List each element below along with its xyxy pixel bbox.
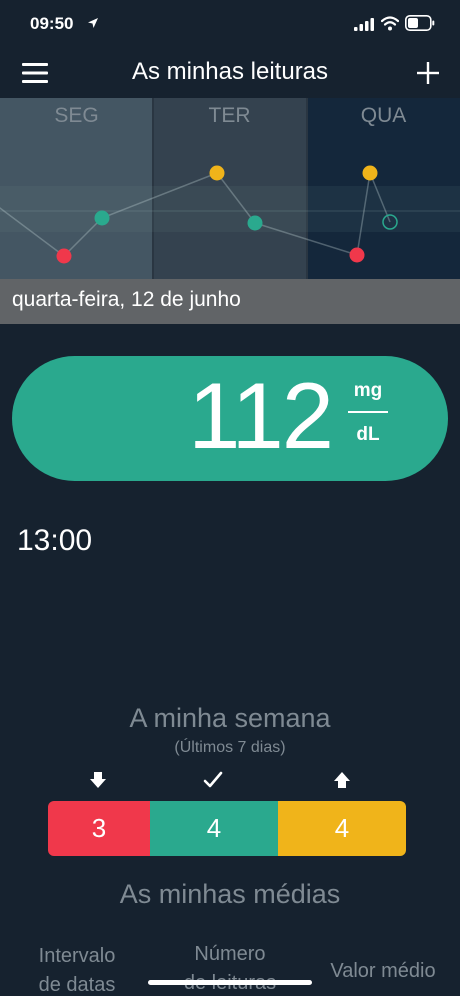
day-label-seg: SEG: [54, 104, 99, 127]
battery-icon: [405, 15, 435, 31]
column-date-range-line2: de datas: [38, 974, 116, 996]
status-bar: 09:50: [0, 0, 460, 50]
reading-time: 13:00: [17, 524, 93, 557]
signal-icon: [354, 18, 374, 31]
page-title: As minhas leituras: [131, 58, 329, 85]
column-date-range[interactable]: Intervalo de datas: [20, 942, 134, 996]
week-summary-bar[interactable]: 3 4 4: [48, 801, 406, 856]
reading-point-qua-low[interactable]: [349, 247, 365, 263]
status-time: 09:50: [30, 14, 74, 33]
readings-chart[interactable]: SEG TER QUA: [0, 98, 460, 279]
screen: 09:50 As minhas leituras SEG TER QUA qua…: [0, 0, 460, 996]
arrow-up-icon: [334, 772, 350, 788]
unit-denominator: dL: [356, 424, 380, 445]
target-range-band: [0, 186, 460, 232]
wifi-icon: [381, 16, 399, 31]
unit-divider: [348, 411, 388, 413]
column-reading-count[interactable]: Número de leituras: [168, 940, 292, 996]
location-arrow-icon: [88, 18, 98, 28]
selected-date-bar: quarta-feira, 12 de junho: [0, 279, 460, 324]
home-indicator[interactable]: [148, 980, 312, 985]
arrow-down-icon: [90, 772, 106, 788]
week-title: A minha semana: [129, 703, 331, 733]
reading-point-ter-in_range[interactable]: [247, 215, 263, 231]
column-reading-count-line1: Número: [194, 943, 266, 965]
low-count[interactable]: 3: [48, 801, 150, 856]
reading-point-ter-high[interactable]: [209, 165, 225, 181]
reading-point-qua-high[interactable]: [362, 165, 378, 181]
plus-icon[interactable]: [416, 61, 440, 85]
high-count[interactable]: 4: [278, 801, 406, 856]
check-icon: [203, 771, 223, 788]
day-label-ter: TER: [208, 104, 251, 127]
reading-value-card: 112 mg dL: [12, 356, 448, 481]
week-subtitle: (Últimos 7 dias): [174, 739, 286, 756]
day-label-qua: QUA: [360, 104, 407, 127]
column-date-range-line1: Intervalo: [38, 945, 116, 967]
glucose-value: 112: [188, 363, 334, 468]
averages-title: As minhas médias: [119, 879, 341, 909]
nav-bar: As minhas leituras: [0, 50, 460, 98]
in-range-count[interactable]: 4: [150, 801, 278, 856]
reading-point-seg-low[interactable]: [56, 248, 72, 264]
selected-date: quarta-feira, 12 de junho: [12, 288, 241, 311]
reading-point-seg-in_range[interactable]: [94, 210, 110, 226]
column-average-value[interactable]: Valor médio: [314, 957, 452, 986]
unit-numerator: mg: [353, 380, 383, 401]
